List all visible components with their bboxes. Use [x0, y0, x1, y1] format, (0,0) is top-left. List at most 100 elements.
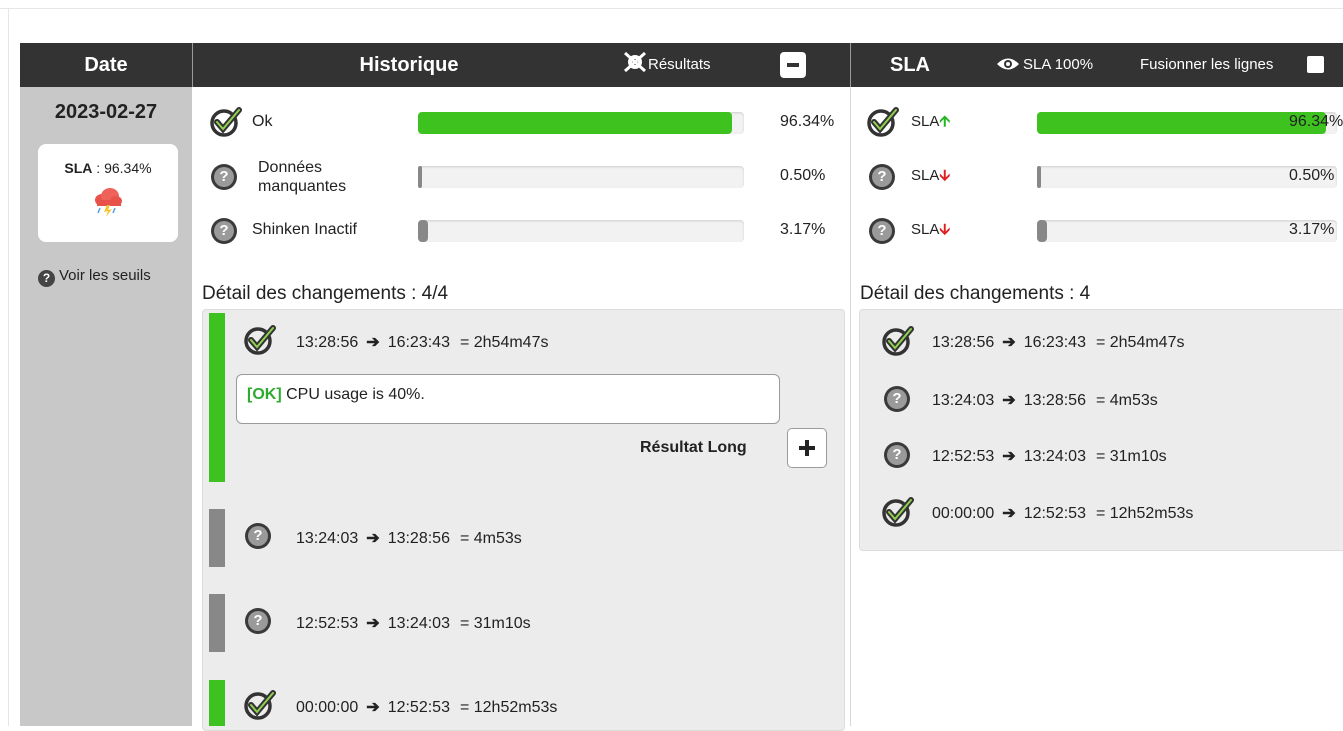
change-start: 13:24:03: [932, 392, 995, 409]
unknown-status-icon: ?: [869, 218, 895, 244]
change-entry[interactable]: 13:28:56 ➔ 16:23:43 = 2h54m47s: [296, 332, 548, 352]
sla-change-entry[interactable]: 13:24:03 ➔ 13:28:56 = 4m53s: [932, 390, 1158, 410]
status-row-shinken-inactive: ? Shinken Inactif 3.17%: [206, 210, 846, 250]
frame-border-left: [8, 8, 9, 726]
change-start: 13:24:03: [296, 530, 359, 547]
ok-check-icon: [244, 325, 276, 355]
collapse-button[interactable]: [780, 52, 806, 78]
change-duration: = 4m53s: [1095, 392, 1158, 409]
change-end: 13:24:03: [1023, 448, 1086, 465]
hide-results-icon: [623, 51, 647, 73]
change-duration: = 4m53s: [459, 530, 522, 547]
status-percentage: 96.34%: [780, 113, 835, 130]
sla-row-shinken-inactive: ? SLA🡫 3.17%: [865, 210, 1343, 250]
change-start: 00:00:00: [932, 505, 995, 522]
change-start: 13:28:56: [296, 334, 359, 351]
ok-check-icon: [867, 107, 899, 137]
header-divider: [850, 43, 851, 87]
change-end: 13:28:56: [387, 530, 450, 547]
arrow-right-icon: ➔: [366, 615, 380, 632]
sla-row-ok: SLA🡩 96.34%: [865, 102, 1343, 142]
sla-row-missing-data: ? SLA🡫 0.50%: [865, 156, 1343, 196]
arrow-right-icon: ➔: [1002, 448, 1016, 465]
status-progress-fill: [418, 112, 733, 134]
arrow-up-icon: 🡩: [939, 113, 951, 130]
sla-change-entry[interactable]: 13:28:56 ➔ 16:23:43 = 2h54m47s: [932, 332, 1184, 352]
output-text: CPU usage is 40%.: [281, 386, 425, 403]
arrow-right-icon: ➔: [1002, 505, 1016, 522]
results-toggle[interactable]: Résultats: [622, 43, 711, 87]
ok-check-icon: [210, 107, 242, 137]
status-stripe-unknown: [209, 594, 225, 652]
check-output-box: [OK] CPU usage is 40%.: [236, 374, 780, 424]
sla-summary-card: SLA : 96.34%: [38, 144, 178, 242]
status-progress-bar: [418, 112, 744, 134]
view-thresholds-label: Voir les seuils: [59, 267, 151, 284]
status-progress-fill: [418, 220, 429, 242]
status-progress-fill: [418, 166, 422, 188]
view-thresholds-link[interactable]: ? Voir les seuils: [38, 267, 151, 287]
unknown-status-icon: ?: [869, 164, 895, 190]
sla-change-entry[interactable]: 12:52:53 ➔ 13:24:03 = 31m10s: [932, 446, 1167, 466]
status-label: Données manquantes: [258, 159, 347, 195]
change-entry[interactable]: 13:24:03 ➔ 13:28:56 = 4m53s: [296, 528, 522, 548]
table-header: Date Historique Résultats SLA SLA 100% F…: [20, 43, 1343, 87]
historique-detail-title: Détail des changements : 4/4: [202, 283, 449, 304]
minus-icon: [787, 63, 799, 67]
status-label: Shinken Inactif: [252, 221, 357, 238]
expand-long-result-button[interactable]: [787, 428, 827, 468]
column-divider: [850, 87, 851, 726]
status-stripe-unknown: [209, 509, 225, 567]
day-date: 2023-02-27: [54, 101, 158, 123]
change-end: 13:24:03: [387, 615, 450, 632]
change-start: 00:00:00: [296, 699, 359, 716]
sla-percentage: 3.17%: [1289, 221, 1335, 238]
change-end: 16:23:43: [387, 334, 450, 351]
output-status-tag: [OK]: [247, 386, 282, 403]
status-percentage: 3.17%: [780, 221, 826, 238]
storm-cloud-icon: [95, 188, 122, 217]
sla-100-toggle[interactable]: SLA 100%: [996, 43, 1093, 87]
check-output: [OK] CPU usage is 40%.: [247, 386, 425, 404]
status-stripe-ok: [209, 680, 225, 726]
unknown-status-icon: ?: [884, 442, 910, 468]
change-duration: = 2h54m47s: [459, 334, 549, 351]
unknown-status-icon: ?: [245, 523, 271, 549]
sla-percentage: 96.34%: [1289, 113, 1343, 130]
sla-label: SLA🡫: [911, 167, 951, 184]
ok-check-icon: [244, 690, 276, 720]
change-end: 12:52:53: [1023, 505, 1086, 522]
ok-check-icon: [882, 326, 914, 356]
change-entry[interactable]: 00:00:00 ➔ 12:52:53 = 12h52m53s: [296, 697, 557, 717]
eye-icon: [997, 58, 1019, 70]
arrow-down-icon: 🡫: [939, 167, 951, 184]
arrow-right-icon: ➔: [1002, 334, 1016, 351]
change-duration: = 31m10s: [459, 615, 531, 632]
change-entry[interactable]: 12:52:53 ➔ 13:24:03 = 31m10s: [296, 613, 531, 633]
unknown-status-icon: ?: [211, 164, 237, 190]
long-result-label: Résultat Long: [640, 439, 747, 456]
unknown-status-icon: ?: [884, 386, 910, 412]
ok-check-icon: [882, 497, 914, 527]
unknown-status-icon: ?: [211, 218, 237, 244]
status-progress-bar: [418, 220, 744, 242]
sla-label: SLA🡩: [911, 113, 951, 130]
sla-percentage: 0.50%: [1289, 167, 1335, 184]
sla-progress-fill: [1037, 220, 1047, 242]
sla-100-label: SLA 100%: [1023, 56, 1094, 73]
status-row-missing-data: ? Données manquantes 0.50%: [206, 156, 846, 196]
sla-label: SLA🡫: [911, 221, 951, 238]
arrow-right-icon: ➔: [1002, 392, 1016, 409]
change-end: 12:52:53: [387, 699, 450, 716]
status-label: Ok: [252, 113, 273, 130]
help-icon: ?: [38, 270, 55, 287]
results-toggle-label: Résultats: [648, 56, 711, 73]
change-start: 13:28:56: [932, 334, 995, 351]
merge-lines-checkbox[interactable]: [1307, 56, 1324, 73]
unknown-status-icon: ?: [245, 608, 271, 634]
historique-changes-panel: [202, 309, 845, 731]
sla-change-entry[interactable]: 00:00:00 ➔ 12:52:53 = 12h52m53s: [932, 503, 1193, 523]
status-progress-bar: [418, 166, 744, 188]
sla-summary-value: : 96.34%: [92, 160, 152, 176]
sla-detail-title: Détail des changements : 4: [860, 283, 1091, 304]
